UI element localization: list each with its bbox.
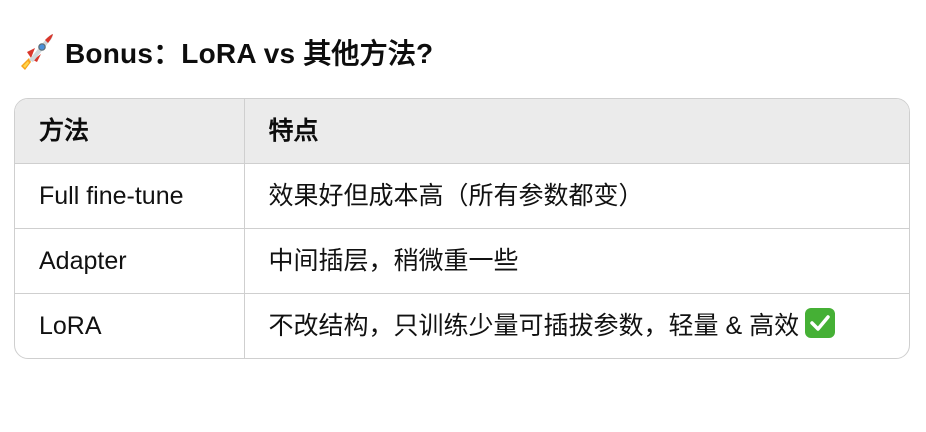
table-header-row: 方法 特点 (15, 99, 909, 164)
feature-cell: 不改结构，只训练少量可插拔参数，轻量 & 高效 (268, 312, 800, 340)
column-header-feature: 特点 (244, 99, 909, 164)
method-cell: LoRA (15, 293, 245, 358)
feature-cell: 中间插层，稍微重一些 (244, 228, 909, 294)
table-row: Adapter 中间插层，稍微重一些 (15, 228, 909, 294)
method-cell: Full fine-tune (15, 163, 245, 229)
section-heading: Bonus：LoRA vs 其他方法? (15, 28, 433, 76)
table-row: LoRA 不改结构，只训练少量可插拔参数，轻量 & 高效 (15, 293, 909, 359)
heading-text: Bonus：LoRA vs 其他方法? (65, 38, 434, 69)
table-row: Full fine-tune 效果好但成本高（所有参数都变） (15, 163, 909, 229)
comparison-table: 方法 特点 Full fine-tune 效果好但成本高（所有参数都变） Ada… (14, 98, 910, 359)
rocket-icon (15, 30, 55, 74)
feature-cell-container: 不改结构，只训练少量可插拔参数，轻量 & 高效 (244, 294, 909, 359)
check-mark-icon (805, 308, 836, 338)
column-header-method: 方法 (15, 99, 245, 164)
feature-cell: 效果好但成本高（所有参数都变） (244, 163, 909, 229)
method-cell: Adapter (15, 228, 245, 294)
